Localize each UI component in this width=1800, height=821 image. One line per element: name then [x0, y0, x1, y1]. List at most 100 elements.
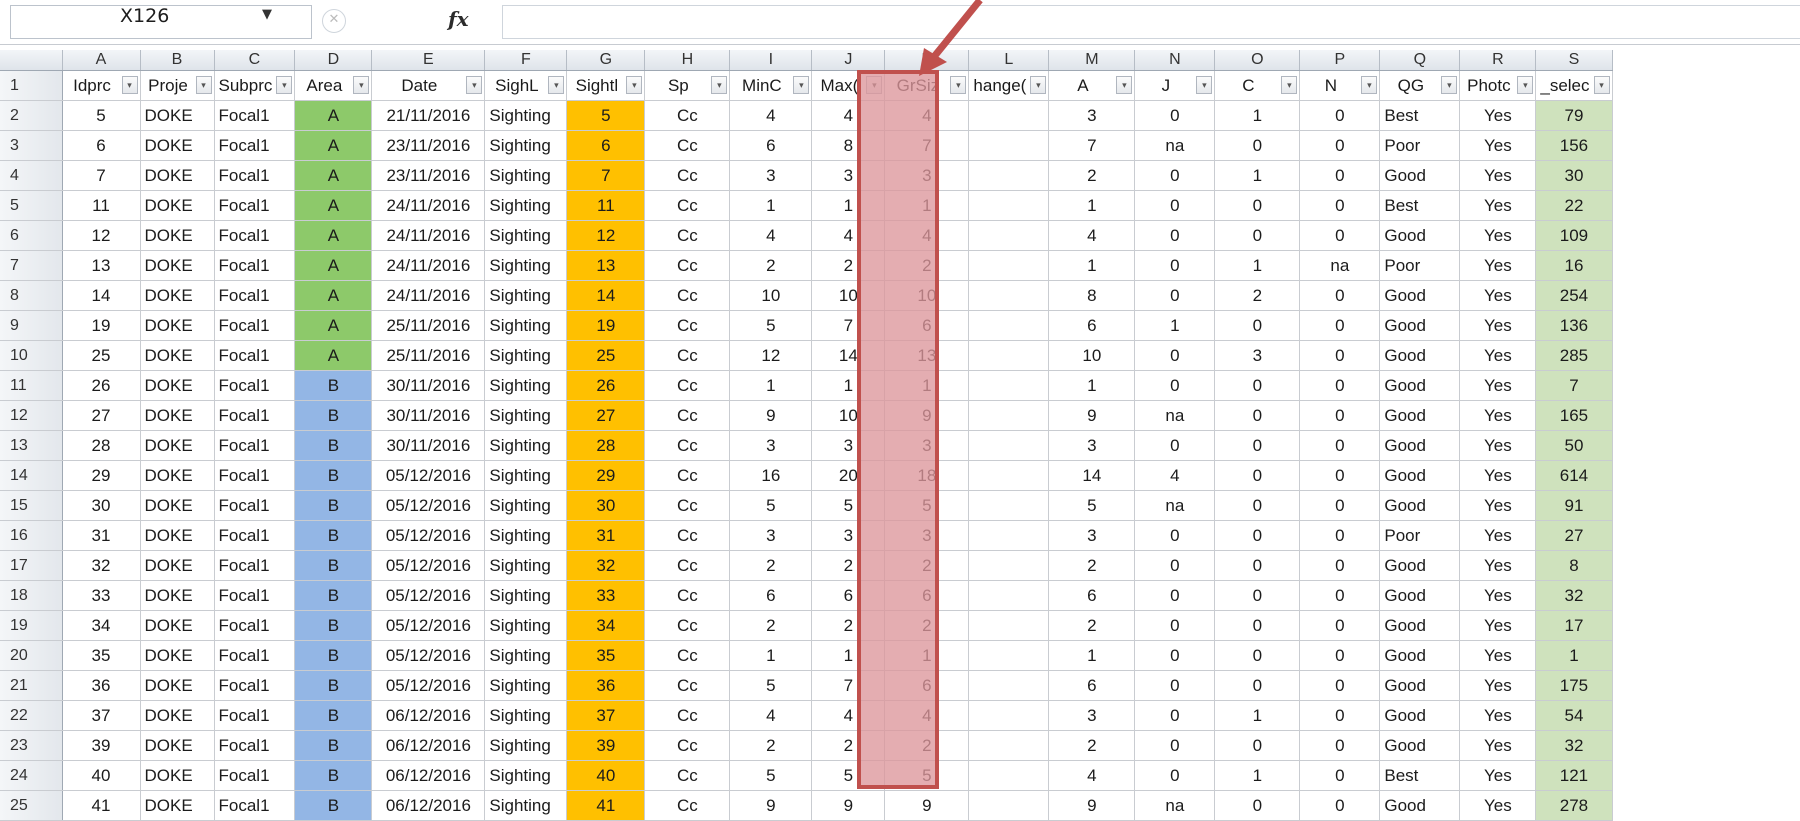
table-cell[interactable]: 3 [1048, 700, 1136, 731]
table-cell[interactable]: na [1134, 130, 1216, 161]
table-cell[interactable]: 05/12/2016 [371, 670, 486, 701]
table-cell[interactable]: 30/11/2016 [371, 370, 486, 401]
table-cell[interactable]: Sighting [484, 340, 568, 371]
table-cell[interactable]: 7 [1048, 130, 1136, 161]
table-cell[interactable]: 0 [1299, 220, 1381, 251]
table-cell[interactable]: 7 [884, 130, 970, 161]
table-cell[interactable]: 9 [884, 400, 970, 431]
table-cell[interactable]: 28 [62, 430, 141, 461]
table-cell[interactable]: Cc [644, 790, 731, 821]
table-cell[interactable]: B [294, 370, 373, 401]
table-cell[interactable]: Yes [1459, 520, 1537, 551]
table-cell[interactable]: 0 [1214, 370, 1301, 401]
table-cell[interactable]: Sighting [484, 580, 568, 611]
table-cell[interactable]: Focal1 [214, 400, 296, 431]
table-cell[interactable]: na [1299, 250, 1381, 281]
table-cell[interactable]: 05/12/2016 [371, 580, 486, 611]
table-cell[interactable]: 8 [811, 130, 886, 161]
table-cell[interactable]: 24/11/2016 [371, 190, 486, 221]
table-cell[interactable]: Sighting [484, 640, 568, 671]
table-cell[interactable]: 0 [1134, 370, 1216, 401]
table-cell[interactable]: 6 [729, 130, 813, 161]
table-cell[interactable]: 1 [884, 640, 970, 671]
table-cell[interactable]: 4 [729, 100, 813, 131]
table-cell[interactable]: B [294, 640, 373, 671]
table-cell[interactable]: 1 [811, 640, 886, 671]
table-cell[interactable]: DOKE [140, 220, 215, 251]
table-cell[interactable]: 9 [1048, 400, 1136, 431]
chevron-down-icon[interactable]: ▼ [262, 7, 272, 22]
table-cell[interactable]: B [294, 580, 373, 611]
table-cell[interactable]: DOKE [140, 460, 215, 491]
table-cell[interactable]: 0 [1299, 610, 1381, 641]
table-cell[interactable]: Good [1379, 670, 1461, 701]
table-cell[interactable]: 32 [62, 550, 141, 581]
table-cell[interactable]: DOKE [140, 160, 215, 191]
table-cell[interactable] [968, 250, 1050, 281]
table-cell[interactable]: 25/11/2016 [371, 340, 486, 371]
table-cell[interactable]: 30 [62, 490, 141, 521]
table-cell[interactable]: Sighting [484, 520, 568, 551]
table-cell[interactable]: 4 [884, 700, 970, 731]
filter-dropdown-icon[interactable]: ▾ [466, 76, 483, 94]
table-cell[interactable]: 0 [1299, 160, 1381, 191]
table-cell[interactable]: Cc [644, 610, 731, 641]
table-cell[interactable]: Sighting [484, 100, 568, 131]
table-cell[interactable]: Yes [1459, 460, 1537, 491]
table-cell[interactable]: Best [1379, 190, 1461, 221]
column-header-i[interactable]: I [729, 50, 813, 71]
table-cell[interactable]: 24/11/2016 [371, 250, 486, 281]
table-cell[interactable]: 0 [1134, 760, 1216, 791]
table-cell[interactable]: Good [1379, 220, 1461, 251]
row-header[interactable]: 12 [0, 400, 63, 431]
row-header[interactable]: 6 [0, 220, 63, 251]
table-cell[interactable]: 41 [62, 790, 141, 821]
table-cell[interactable]: 2 [1048, 160, 1136, 191]
table-cell[interactable]: 5 [1048, 490, 1136, 521]
table-cell[interactable]: 33 [566, 580, 646, 611]
table-cell[interactable]: 35 [566, 640, 646, 671]
table-cell[interactable] [968, 460, 1050, 491]
table-cell[interactable]: DOKE [140, 100, 215, 131]
table-cell[interactable]: 0 [1299, 700, 1381, 731]
table-cell[interactable]: 1 [1214, 700, 1301, 731]
table-cell[interactable] [968, 700, 1050, 731]
column-header-a[interactable]: A [62, 50, 141, 71]
table-cell[interactable]: DOKE [140, 340, 215, 371]
table-cell[interactable]: 6 [811, 580, 886, 611]
table-cell[interactable] [968, 160, 1050, 191]
table-cell[interactable]: 1 [1214, 100, 1301, 131]
table-cell[interactable]: Sighting [484, 610, 568, 641]
table-cell[interactable]: 16 [1535, 250, 1613, 281]
filter-dropdown-icon[interactable]: ▾ [195, 76, 212, 94]
row-header[interactable]: 21 [0, 670, 63, 701]
table-cell[interactable]: 3 [884, 520, 970, 551]
table-cell[interactable]: Focal1 [214, 670, 296, 701]
table-cell[interactable]: Yes [1459, 160, 1537, 191]
table-cell[interactable]: Sighting [484, 700, 568, 731]
column-header-f[interactable]: F [484, 50, 568, 71]
table-cell[interactable]: 50 [1535, 430, 1613, 461]
table-cell[interactable]: 10 [729, 280, 813, 311]
table-cell[interactable]: 6 [62, 130, 141, 161]
table-cell[interactable]: 0 [1214, 190, 1301, 221]
table-cell[interactable]: 0 [1134, 700, 1216, 731]
column-header-q[interactable]: Q [1379, 50, 1461, 71]
filter-dropdown-icon[interactable]: ▾ [866, 76, 883, 94]
table-cell[interactable]: 3 [811, 430, 886, 461]
table-cell[interactable] [968, 580, 1050, 611]
table-cell[interactable]: 23/11/2016 [371, 130, 486, 161]
table-cell[interactable]: Yes [1459, 280, 1537, 311]
table-cell[interactable]: 0 [1299, 730, 1381, 761]
field-header[interactable]: Area ▾ [294, 70, 373, 101]
field-header[interactable]: Sp ▾ [644, 70, 731, 101]
table-cell[interactable]: 19 [566, 310, 646, 341]
table-cell[interactable]: na [1134, 400, 1216, 431]
table-cell[interactable]: 6 [884, 580, 970, 611]
table-cell[interactable]: Sighting [484, 460, 568, 491]
table-cell[interactable]: 0 [1299, 340, 1381, 371]
table-cell[interactable]: Focal1 [214, 220, 296, 251]
table-cell[interactable]: 8 [1048, 280, 1136, 311]
table-cell[interactable]: 3 [729, 430, 813, 461]
table-cell[interactable]: Good [1379, 700, 1461, 731]
